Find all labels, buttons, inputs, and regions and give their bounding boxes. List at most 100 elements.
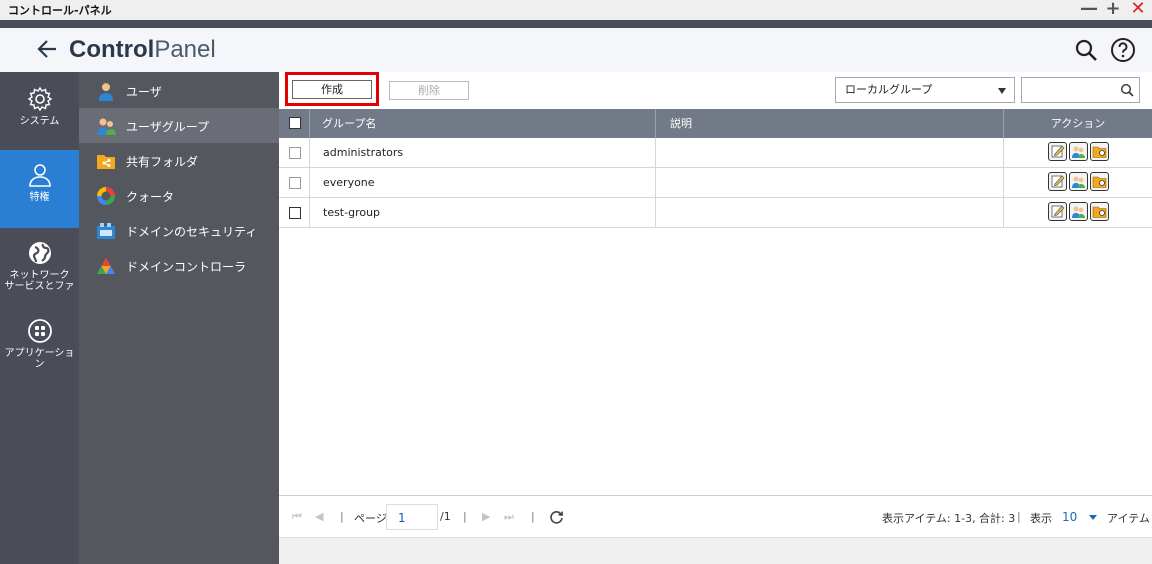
items-per-page-select[interactable]: 10 bbox=[1062, 510, 1077, 524]
edit-members-icon[interactable] bbox=[1069, 172, 1088, 191]
main-nav: システム 特権 ネットワーク サービスとファ アプリケーション bbox=[0, 72, 79, 564]
page-label: ページ bbox=[354, 512, 387, 525]
edit-icon[interactable] bbox=[1048, 202, 1067, 221]
show-label: 表示 bbox=[1030, 512, 1052, 525]
user-group-icon bbox=[97, 118, 116, 135]
search-icon[interactable] bbox=[1074, 38, 1098, 62]
user-icon bbox=[99, 83, 113, 101]
subnav-item-label: 共有フォルダ bbox=[126, 155, 199, 169]
table-header: グループ名 説明 アクション bbox=[279, 109, 1152, 138]
row-checkbox[interactable] bbox=[289, 177, 301, 189]
create-button[interactable]: 作成 bbox=[292, 80, 372, 99]
title-accent-bar bbox=[0, 20, 1152, 28]
refresh-icon[interactable] bbox=[549, 509, 564, 524]
nav-network-services[interactable]: ネットワーク サービスとファ bbox=[0, 240, 79, 306]
footer-bar bbox=[279, 537, 1152, 564]
divider: | bbox=[531, 510, 535, 523]
subnav-item-label: ユーザグループ bbox=[126, 120, 210, 134]
search-field[interactable] bbox=[1021, 77, 1140, 103]
edit-members-icon[interactable] bbox=[1069, 142, 1088, 161]
row-checkbox[interactable] bbox=[289, 207, 301, 219]
actions-cell bbox=[1004, 168, 1152, 197]
group-name-cell: test-group bbox=[310, 198, 656, 227]
row-checkbox[interactable] bbox=[289, 147, 301, 159]
column-header-actions: アクション bbox=[1050, 117, 1106, 130]
minimize-button[interactable]: — bbox=[1078, 0, 1100, 20]
subnav-item-user-groups[interactable]: ユーザグループ bbox=[79, 108, 279, 143]
subnav-item-label: ユーザ bbox=[126, 85, 162, 99]
actions-cell bbox=[1004, 198, 1152, 227]
subnav-item-domain-security[interactable]: ドメインのセキュリティ bbox=[79, 213, 279, 248]
subnav-item-label: ドメインコントローラ bbox=[126, 260, 247, 274]
table-row[interactable]: administrators bbox=[279, 138, 1152, 168]
nav-privilege-label: 特権 bbox=[29, 192, 50, 203]
close-button[interactable]: ✕ bbox=[1127, 0, 1149, 20]
app-header: ControlPanel bbox=[0, 28, 1152, 72]
divider: | bbox=[1017, 510, 1021, 523]
folder-permission-icon[interactable] bbox=[1090, 172, 1109, 191]
pagination-bar: ⏮ ◀ | ページ 1 /1 | ▶ ⏭ | 表示アイテム: 1-3, 合計: … bbox=[279, 495, 1152, 537]
nav-applications-label: アプリケーション bbox=[4, 348, 75, 370]
table-row[interactable]: everyone bbox=[279, 168, 1152, 198]
column-header-description[interactable]: 説明 bbox=[656, 109, 1004, 138]
select-all-checkbox[interactable] bbox=[289, 117, 301, 129]
apps-icon bbox=[27, 319, 52, 343]
column-header-group-name[interactable]: グループ名 bbox=[310, 109, 656, 138]
group-name-cell: administrators bbox=[310, 138, 656, 167]
page-number-input[interactable]: 1 bbox=[386, 504, 438, 530]
row-checkbox-cell bbox=[279, 138, 310, 167]
last-page-icon[interactable]: ⏭ bbox=[504, 510, 514, 524]
select-all-cell bbox=[279, 109, 310, 138]
prev-page-icon[interactable]: ◀ bbox=[315, 510, 323, 523]
items-label: アイテム bbox=[1107, 512, 1150, 525]
help-icon[interactable] bbox=[1110, 37, 1136, 63]
description-cell bbox=[656, 168, 1004, 197]
nav-network-label: ネットワーク サービスとファ bbox=[4, 270, 75, 292]
subnav-item-label: ドメインのセキュリティ bbox=[126, 225, 258, 239]
page-title-light: Panel bbox=[154, 36, 216, 63]
row-checkbox-cell bbox=[279, 198, 310, 227]
group-type-dropdown[interactable]: ローカルグループ bbox=[835, 77, 1015, 103]
divider: | bbox=[463, 510, 467, 523]
first-page-icon[interactable]: ⏮ bbox=[292, 510, 302, 524]
description-cell bbox=[656, 198, 1004, 227]
folder-permission-icon[interactable] bbox=[1090, 202, 1109, 221]
description-cell bbox=[656, 138, 1004, 167]
subnav-item-domain-controller[interactable]: ドメインコントローラ bbox=[79, 248, 279, 283]
group-type-value: ローカルグループ bbox=[845, 83, 933, 96]
nav-system-label: システム bbox=[19, 116, 60, 127]
gear-icon bbox=[27, 86, 52, 112]
user-icon bbox=[28, 164, 51, 187]
subnav-item-quota[interactable]: クォータ bbox=[79, 178, 279, 213]
window-titlebar: コントロール-パネル — + ✕ bbox=[0, 0, 1152, 20]
nav-system[interactable]: システム bbox=[0, 86, 79, 150]
edit-icon[interactable] bbox=[1048, 142, 1067, 161]
create-button-highlight: 作成 bbox=[285, 72, 379, 106]
next-page-icon[interactable]: ▶ bbox=[482, 510, 490, 523]
group-name-cell: everyone bbox=[310, 168, 656, 197]
nav-applications[interactable]: アプリケーション bbox=[0, 318, 79, 384]
content-area: 作成 削除 ローカルグループ グループ名 説明 アクション administra… bbox=[279, 72, 1152, 564]
row-checkbox-cell bbox=[279, 168, 310, 197]
table-row[interactable]: test-group bbox=[279, 198, 1152, 228]
back-arrow-icon[interactable] bbox=[36, 36, 58, 62]
globe-icon bbox=[28, 242, 51, 264]
divider: | bbox=[340, 510, 344, 523]
folder-permission-icon[interactable] bbox=[1090, 142, 1109, 161]
edit-icon[interactable] bbox=[1048, 172, 1067, 191]
search-icon[interactable] bbox=[1120, 83, 1134, 97]
edit-members-icon[interactable] bbox=[1069, 202, 1088, 221]
chevron-down-icon bbox=[998, 88, 1006, 94]
sub-nav: ユーザ ユーザグループ 共有フォルダ クォータ ドメインのセキュリティ ドメイン… bbox=[79, 72, 279, 564]
nav-privilege[interactable]: 特権 bbox=[0, 150, 79, 228]
quota-icon bbox=[97, 187, 115, 205]
subnav-item-shared-folders[interactable]: 共有フォルダ bbox=[79, 143, 279, 178]
window-title: コントロール-パネル bbox=[8, 4, 112, 17]
shared-folder-icon bbox=[97, 155, 115, 169]
chevron-down-icon[interactable] bbox=[1089, 515, 1097, 520]
subnav-item-users[interactable]: ユーザ bbox=[79, 73, 279, 108]
delete-button[interactable]: 削除 bbox=[389, 81, 469, 100]
page-title: ControlPanel bbox=[69, 36, 216, 64]
search-input[interactable] bbox=[1026, 79, 1122, 101]
maximize-button[interactable]: + bbox=[1102, 0, 1124, 20]
